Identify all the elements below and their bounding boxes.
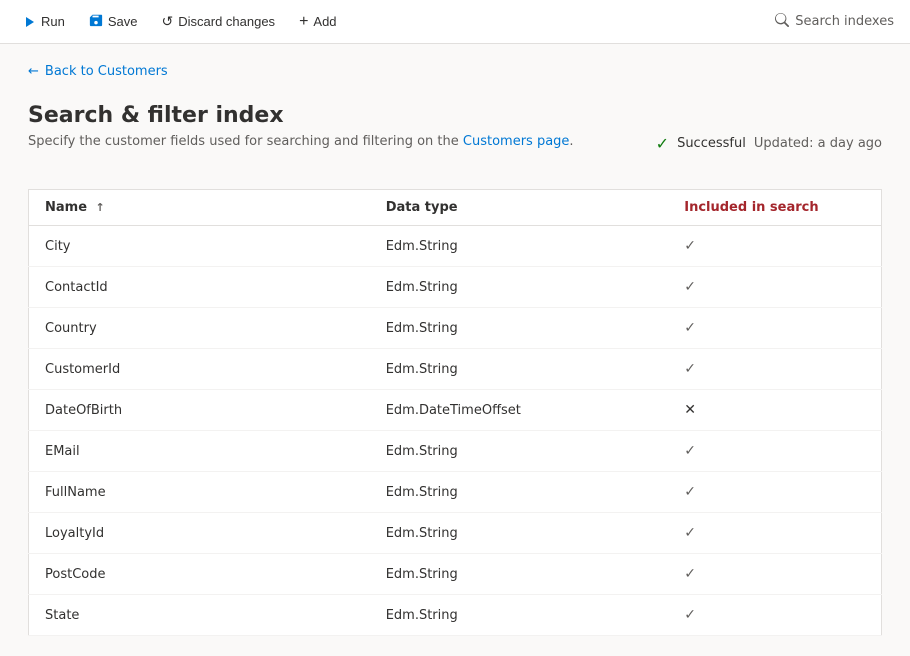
cell-datatype: Edm.String <box>370 267 669 308</box>
search-filter-table: Name ↑ Data type Included in search City… <box>28 189 882 636</box>
run-button[interactable]: Run <box>16 8 75 35</box>
back-arrow-icon: ← <box>28 64 39 79</box>
add-label: Add <box>313 14 336 29</box>
check-icon: ✓ <box>684 361 696 377</box>
customers-link[interactable]: Customers page <box>463 134 570 149</box>
save-button[interactable]: Save <box>79 7 148 36</box>
cell-datatype: Edm.String <box>370 349 669 390</box>
check-icon: ✓ <box>684 279 696 295</box>
search-area[interactable]: Search indexes <box>775 13 894 31</box>
discard-icon: ↺ <box>162 13 174 30</box>
cell-name: FullName <box>29 472 370 513</box>
add-button[interactable]: + Add <box>289 7 346 37</box>
cell-name: Country <box>29 308 370 349</box>
check-icon: ✓ <box>684 320 696 336</box>
col-header-name[interactable]: Name ↑ <box>29 190 370 226</box>
search-icon <box>775 13 789 31</box>
toolbar: Run Save ↺ Discard changes + Add Search … <box>0 0 910 44</box>
run-icon <box>26 17 34 27</box>
table-row[interactable]: CustomerIdEdm.String ✓ <box>29 349 882 390</box>
cell-included: ✓ <box>668 431 881 472</box>
check-icon: ✓ <box>684 566 696 582</box>
cell-included: ✓ <box>668 349 881 390</box>
cell-datatype: Edm.String <box>370 513 669 554</box>
status-text: Successful <box>677 136 746 151</box>
cell-included: ✓ <box>668 267 881 308</box>
success-icon: ✓ <box>656 134 669 153</box>
main-content: ← Back to Customers Search & filter inde… <box>0 44 910 656</box>
table-header-row: Name ↑ Data type Included in search <box>29 190 882 226</box>
cell-name: DateOfBirth <box>29 390 370 431</box>
cell-included: ✓ <box>668 554 881 595</box>
cell-included: ✓ <box>668 595 881 636</box>
cell-name: CustomerId <box>29 349 370 390</box>
save-label: Save <box>108 14 138 29</box>
check-icon: ✓ <box>684 238 696 254</box>
status-row: ✓ Successful Updated: a day ago <box>656 134 882 153</box>
table-row[interactable]: ContactIdEdm.String ✓ <box>29 267 882 308</box>
cell-datatype: Edm.String <box>370 595 669 636</box>
cell-included: ✕ <box>668 390 881 431</box>
x-icon: ✕ <box>684 402 696 418</box>
col-header-datatype[interactable]: Data type <box>370 190 669 226</box>
cell-name: ContactId <box>29 267 370 308</box>
cell-datatype: Edm.String <box>370 226 669 267</box>
table-row[interactable]: CityEdm.String ✓ <box>29 226 882 267</box>
cell-included: ✓ <box>668 472 881 513</box>
cell-name: LoyaltyId <box>29 513 370 554</box>
check-icon: ✓ <box>684 443 696 459</box>
page-title: Search & filter index <box>28 103 882 128</box>
cell-name: EMail <box>29 431 370 472</box>
back-link-label: Back to Customers <box>45 64 168 79</box>
back-link[interactable]: ← Back to Customers <box>28 64 882 79</box>
cell-datatype: Edm.DateTimeOffset <box>370 390 669 431</box>
cell-included: ✓ <box>668 226 881 267</box>
table-row[interactable]: StateEdm.String ✓ <box>29 595 882 636</box>
table-row[interactable]: FullNameEdm.String ✓ <box>29 472 882 513</box>
cell-name: State <box>29 595 370 636</box>
run-label: Run <box>41 14 65 29</box>
save-icon <box>89 13 103 30</box>
cell-datatype: Edm.String <box>370 554 669 595</box>
table-row[interactable]: EMailEdm.String ✓ <box>29 431 882 472</box>
cell-name: PostCode <box>29 554 370 595</box>
table-row[interactable]: PostCodeEdm.String ✓ <box>29 554 882 595</box>
table-row[interactable]: LoyaltyIdEdm.String ✓ <box>29 513 882 554</box>
search-indexes-label: Search indexes <box>795 14 894 29</box>
cell-name: City <box>29 226 370 267</box>
check-icon: ✓ <box>684 484 696 500</box>
cell-datatype: Edm.String <box>370 431 669 472</box>
cell-datatype: Edm.String <box>370 472 669 513</box>
sort-icon: ↑ <box>96 201 105 214</box>
cell-included: ✓ <box>668 513 881 554</box>
col-header-included[interactable]: Included in search <box>668 190 881 226</box>
check-icon: ✓ <box>684 525 696 541</box>
table-row[interactable]: DateOfBirthEdm.DateTimeOffset ✕ <box>29 390 882 431</box>
discard-label: Discard changes <box>178 14 275 29</box>
page-subtitle: Specify the customer fields used for sea… <box>28 134 574 149</box>
check-icon: ✓ <box>684 607 696 623</box>
add-icon: + <box>299 13 308 31</box>
table-row[interactable]: CountryEdm.String ✓ <box>29 308 882 349</box>
cell-included: ✓ <box>668 308 881 349</box>
updated-text: Updated: a day ago <box>754 136 882 151</box>
discard-changes-button[interactable]: ↺ Discard changes <box>152 7 286 36</box>
cell-datatype: Edm.String <box>370 308 669 349</box>
